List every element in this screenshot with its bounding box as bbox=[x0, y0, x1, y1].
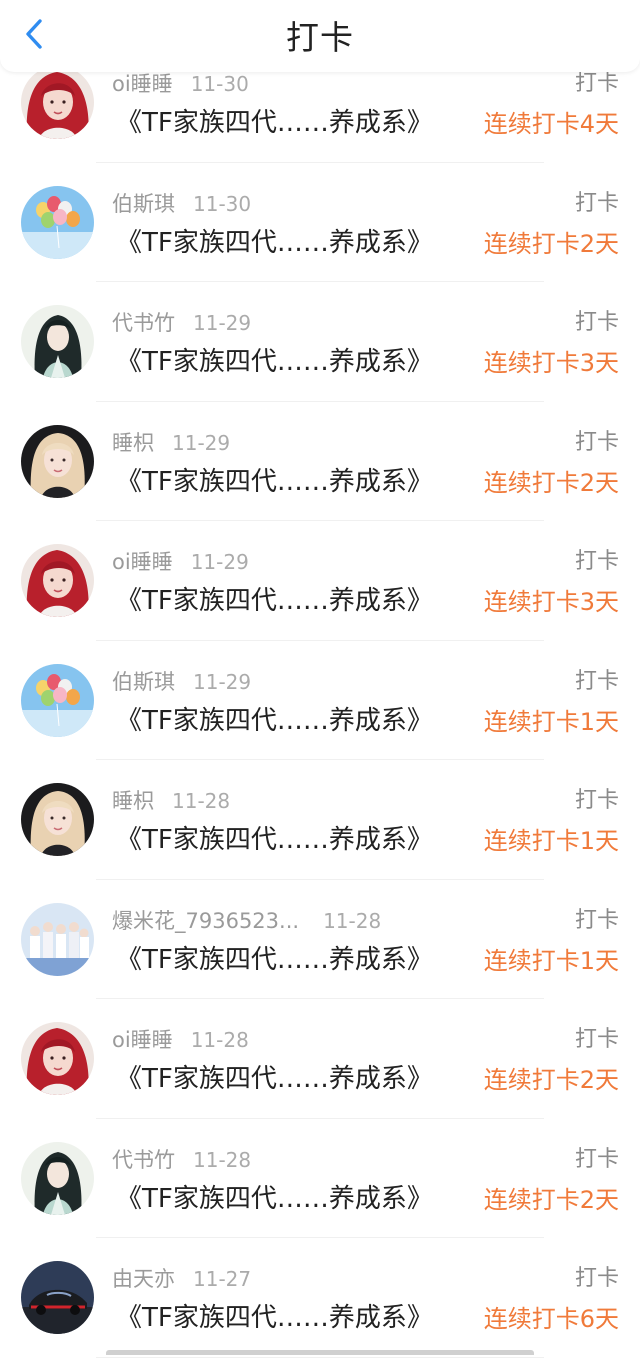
streak-label: 连续打卡2天 bbox=[483, 1185, 619, 1214]
checkin-tag: 打卡 bbox=[574, 668, 619, 694]
streak-label: 连续打卡3天 bbox=[483, 349, 619, 377]
checkin-tag: 打卡 bbox=[574, 1027, 619, 1052]
list-item[interactable]: 伯斯琪 11-29 打卡《TF家族四代……养成系》 连续打卡1天 bbox=[0, 641, 640, 761]
username: 睡枳 bbox=[112, 789, 154, 813]
item-meta: 伯斯琪 11-29 bbox=[112, 667, 251, 697]
checkin-tag: 打卡 bbox=[574, 429, 619, 455]
checkin-date: 11-29 bbox=[172, 430, 231, 455]
username: 爆米花_7936523... bbox=[112, 908, 300, 933]
circle-name: 《TF家族四代……养成系》 bbox=[116, 586, 433, 616]
list-item[interactable]: 代书竹 11-28 打卡《TF家族四代……养成系》 连续打卡2天 bbox=[0, 1119, 640, 1239]
checkin-list[interactable]: oi睡睡 11-30 打卡 《TF家族四代……养成系》 连续打卡4天 伯斯琪 11-30 打卡… bbox=[0, 43, 640, 1358]
list-item[interactable]: 睡枳 11-28 打卡《TF家族四代……养成系》 连续打卡1天 bbox=[0, 760, 640, 880]
username: 伯斯琪 bbox=[112, 669, 175, 694]
checkin-tag: 打卡 bbox=[574, 190, 619, 216]
list-item[interactable]: 代书竹 11-29 打卡《TF家族四代……养成系》 连续打卡3天 bbox=[0, 282, 640, 402]
circle-name: 《TF家族四代……养成系》 bbox=[116, 347, 433, 377]
username: 伯斯琪 bbox=[112, 191, 175, 216]
item-meta: 伯斯琪 11-30 bbox=[112, 189, 251, 219]
circle-name: 《TF家族四代……养成系》 bbox=[116, 108, 433, 138]
item-meta: 由天亦 11-27 bbox=[112, 1264, 251, 1294]
checkin-tag: 打卡 bbox=[574, 549, 619, 574]
item-meta: oi睡睡 11-28 bbox=[112, 1025, 249, 1055]
circle-name: 《TF家族四代……养成系》 bbox=[116, 1303, 433, 1333]
list-item[interactable]: 爆米花_7936523... 11-28 打卡《TF家族四代……养成系》 连续打卡1天 bbox=[0, 880, 640, 1000]
avatar[interactable] bbox=[21, 185, 94, 259]
checkin-tag: 打卡 bbox=[574, 1146, 619, 1172]
list-item[interactable]: oi睡睡 11-28 打卡《TF家族四代……养成系》 连续打卡2天 bbox=[0, 999, 640, 1119]
page-title: 打卡 bbox=[286, 18, 354, 57]
item-meta: 代书竹 11-28 bbox=[112, 1145, 251, 1175]
checkin-date: 11-30 bbox=[193, 191, 252, 216]
checkin-date: 11-29 bbox=[193, 669, 252, 694]
item-meta: 爆米花_7936523... 11-28 bbox=[112, 906, 381, 936]
username: oi睡睡 bbox=[112, 1028, 173, 1052]
circle-name: 《TF家族四代……养成系》 bbox=[116, 466, 433, 497]
top-nav-bar: 打卡 bbox=[0, 0, 640, 72]
circle-name: 《TF家族四代……养成系》 bbox=[116, 227, 433, 258]
circle-name: 《TF家族四代……养成系》 bbox=[116, 1183, 433, 1214]
checkin-date: 11-27 bbox=[193, 1267, 252, 1291]
circle-name: 《TF家族四代……养成系》 bbox=[116, 705, 433, 736]
item-meta: 代书竹 11-29 bbox=[112, 308, 251, 338]
checkin-tag: 打卡 bbox=[574, 310, 619, 335]
list-item[interactable]: 伯斯琪 11-30 打卡《TF家族四代……养成系》 连续打卡2天 bbox=[0, 163, 640, 283]
username: 由天亦 bbox=[112, 1267, 175, 1291]
avatar[interactable] bbox=[21, 783, 94, 856]
streak-label: 连续打卡1天 bbox=[483, 707, 619, 736]
home-indicator bbox=[106, 1350, 534, 1355]
item-meta: oi睡睡 11-29 bbox=[112, 547, 249, 577]
avatar[interactable] bbox=[21, 902, 94, 976]
streak-label: 连续打卡4天 bbox=[483, 110, 619, 138]
streak-label: 连续打卡2天 bbox=[483, 229, 619, 258]
avatar[interactable] bbox=[21, 1261, 94, 1334]
item-meta: 睡枳 11-29 bbox=[112, 428, 230, 458]
avatar[interactable] bbox=[21, 424, 94, 498]
streak-label: 连续打卡1天 bbox=[483, 946, 619, 975]
avatar[interactable] bbox=[21, 66, 94, 139]
checkin-date: 11-28 bbox=[323, 908, 382, 933]
avatar[interactable] bbox=[21, 1022, 94, 1095]
avatar[interactable] bbox=[21, 544, 94, 617]
checkin-tag: 打卡 bbox=[574, 788, 619, 813]
circle-name: 《TF家族四代……养成系》 bbox=[116, 944, 433, 975]
avatar[interactable] bbox=[21, 305, 94, 378]
item-meta: 睡枳 11-28 bbox=[112, 786, 230, 816]
username: oi睡睡 bbox=[112, 550, 173, 574]
list-item[interactable]: oi睡睡 11-29 打卡《TF家族四代……养成系》 连续打卡3天 bbox=[0, 521, 640, 641]
streak-label: 连续打卡3天 bbox=[483, 588, 619, 616]
username: 睡枳 bbox=[112, 430, 154, 455]
checkin-date: 11-28 bbox=[193, 1147, 252, 1172]
streak-label: 连续打卡2天 bbox=[483, 1066, 619, 1094]
avatar[interactable] bbox=[21, 663, 94, 737]
username: 代书竹 bbox=[112, 311, 175, 335]
streak-label: 连续打卡2天 bbox=[483, 468, 619, 497]
checkin-tag: 打卡 bbox=[574, 1266, 619, 1291]
checkin-date: 11-28 bbox=[190, 1028, 249, 1052]
checkin-date: 11-29 bbox=[190, 550, 249, 574]
streak-label: 连续打卡6天 bbox=[483, 1305, 619, 1333]
streak-label: 连续打卡1天 bbox=[483, 827, 619, 855]
avatar[interactable] bbox=[21, 1141, 94, 1215]
username: 代书竹 bbox=[112, 1147, 175, 1172]
list-item[interactable]: 睡枳 11-29 打卡《TF家族四代……养成系》 连续打卡2天 bbox=[0, 402, 640, 522]
circle-name: 《TF家族四代……养成系》 bbox=[116, 825, 433, 855]
checkin-tag: 打卡 bbox=[574, 907, 619, 933]
circle-name: 《TF家族四代……养成系》 bbox=[116, 1064, 433, 1094]
list-item[interactable]: 由天亦 11-27 打卡《TF家族四代……养成系》 连续打卡6天 bbox=[0, 1238, 640, 1358]
checkin-date: 11-28 bbox=[172, 789, 231, 813]
checkin-date: 11-29 bbox=[193, 311, 252, 335]
